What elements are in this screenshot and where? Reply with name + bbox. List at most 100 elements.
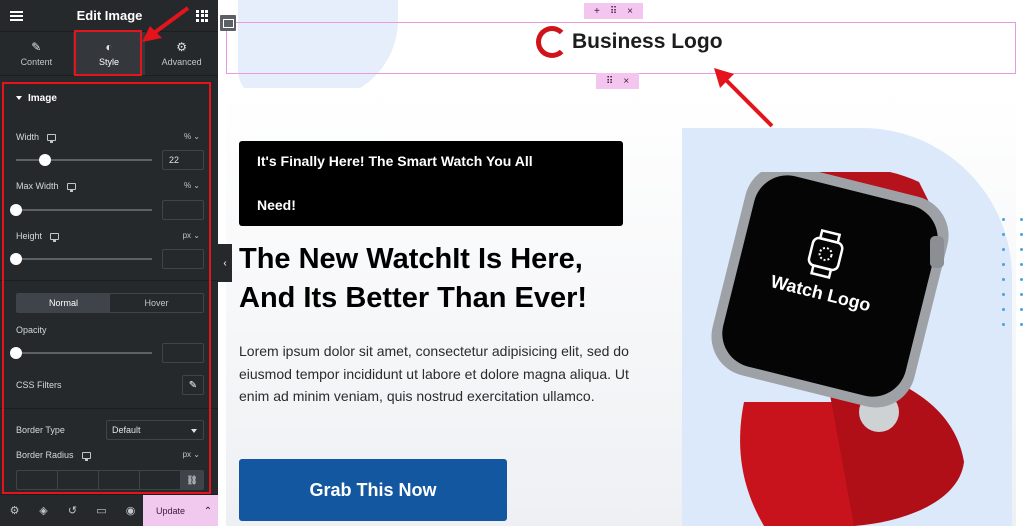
caret-down-icon xyxy=(16,96,22,100)
chevron-down-icon xyxy=(191,429,197,433)
announcement-badge: It's Finally Here! The Smart Watch You A… xyxy=(239,141,623,226)
tab-content-label: Content xyxy=(20,56,53,67)
height-slider[interactable] xyxy=(16,258,152,260)
height-label: Height xyxy=(16,231,43,241)
opacity-slider[interactable] xyxy=(16,352,152,354)
pencil-icon: ✎ xyxy=(31,39,42,54)
border-type-select[interactable]: Default xyxy=(106,420,204,440)
smartwatch-image[interactable]: Watch Logo xyxy=(704,172,984,526)
max-width-unit: % xyxy=(183,181,192,190)
tab-content[interactable]: ✎ Content xyxy=(0,32,73,75)
width-unit-select[interactable]: % ⌄ xyxy=(184,132,200,141)
border-type-value: Default xyxy=(112,425,141,435)
border-radius-control: Border Radius px ⌄ xyxy=(16,450,204,464)
width-control: Width % ⌄ 22 xyxy=(16,132,204,172)
section-handle-top[interactable]: + ⠿ × xyxy=(584,3,644,19)
border-type-control: Border Type Default xyxy=(16,420,204,440)
dot-pattern xyxy=(1002,218,1024,326)
responsive-icon[interactable]: ▭ xyxy=(87,504,116,517)
sidebar-footer: ⚙ ◈ ↺ ▭ ◉ Update ⌃ xyxy=(0,494,218,526)
annotation-arrow-style xyxy=(142,6,190,42)
update-button[interactable]: Update xyxy=(143,495,198,526)
width-input[interactable]: 22 xyxy=(162,150,204,170)
tab-advanced-label: Advanced xyxy=(161,56,202,67)
section-image-toggle[interactable]: Image xyxy=(0,80,218,116)
border-radius-label: Border Radius xyxy=(16,450,74,460)
logo-text: Business Logo xyxy=(572,30,723,53)
style-panel: Image Width % ⌄ 22 Max Width % ⌄ Height … xyxy=(0,80,218,494)
chevron-up-icon[interactable]: ⌃ xyxy=(198,495,218,526)
opacity-control: Opacity xyxy=(10,325,204,365)
settings-icon[interactable]: ⚙ xyxy=(0,504,29,517)
max-width-unit-select[interactable]: % ⌄ xyxy=(184,181,200,190)
desktop-icon[interactable] xyxy=(47,133,57,143)
radius-right-input[interactable] xyxy=(58,471,99,489)
height-slider-handle[interactable] xyxy=(10,253,22,265)
history-icon[interactable]: ↺ xyxy=(58,504,87,517)
opacity-slider-handle[interactable] xyxy=(10,347,22,359)
badge-line-2: Need! xyxy=(257,197,296,213)
max-width-input[interactable] xyxy=(162,200,204,220)
layers-icon[interactable]: ◈ xyxy=(29,504,58,517)
close-icon[interactable]: × xyxy=(627,6,633,17)
menu-icon[interactable] xyxy=(10,10,23,21)
widgets-grid-icon[interactable] xyxy=(196,9,208,22)
tab-hover[interactable]: Hover xyxy=(110,294,203,312)
divider xyxy=(0,408,218,409)
max-width-label-row: Max Width xyxy=(16,181,204,192)
editor-sidebar: Edit Image ✎ Content ◐ Style ⚙ Advanced … xyxy=(0,0,218,526)
border-radius-unit-select[interactable]: px ⌄ xyxy=(183,450,200,459)
drag-icon[interactable]: ⠿ xyxy=(610,6,617,17)
tab-style-label: Style xyxy=(99,56,120,67)
desktop-icon[interactable] xyxy=(50,232,60,242)
radius-left-input[interactable] xyxy=(140,471,181,489)
border-radius-label-row: Border Radius xyxy=(16,450,204,461)
width-slider-handle[interactable] xyxy=(39,154,51,166)
headline-line-2: And Its Better Than Ever! xyxy=(239,282,588,314)
max-width-label: Max Width xyxy=(16,181,59,191)
opacity-label: Opacity xyxy=(16,325,47,335)
watch-crown xyxy=(930,236,944,268)
radius-top-input[interactable] xyxy=(17,471,58,489)
opacity-input[interactable] xyxy=(162,343,204,363)
badge-line-1: It's Finally Here! The Smart Watch You A… xyxy=(257,153,533,169)
divider xyxy=(0,280,218,281)
height-unit: px xyxy=(182,231,192,240)
css-filters-control: CSS Filters ✎ xyxy=(16,375,204,395)
annotation-arrow-logo xyxy=(714,68,774,128)
height-control: Height px ⌄ xyxy=(10,231,204,271)
logo-ring-icon xyxy=(536,26,568,58)
state-toggle: Normal Hover xyxy=(16,293,204,313)
radius-bottom-input[interactable] xyxy=(99,471,140,489)
desktop-icon[interactable] xyxy=(66,182,76,192)
headline-line-1: The New WatchIt Is Here, xyxy=(239,243,583,275)
preview-eye-icon[interactable]: ◉ xyxy=(116,504,145,517)
max-width-slider[interactable] xyxy=(16,209,152,211)
close-icon[interactable]: × xyxy=(623,76,629,87)
desktop-icon[interactable] xyxy=(81,451,91,461)
height-unit-select[interactable]: px ⌄ xyxy=(183,231,200,240)
contrast-icon: ◐ xyxy=(105,39,113,54)
link-icon[interactable]: ⛓ xyxy=(181,471,203,489)
width-slider[interactable] xyxy=(16,159,152,161)
add-icon[interactable]: + xyxy=(594,6,600,17)
width-label-row: Width xyxy=(16,132,204,143)
tab-normal[interactable]: Normal xyxy=(17,294,110,312)
height-label-row: Height xyxy=(16,231,204,242)
section-title: Image xyxy=(28,92,57,104)
collapse-panel-button[interactable]: ‹ xyxy=(218,244,232,282)
grab-this-now-button[interactable]: Grab This Now xyxy=(239,459,507,521)
css-filters-edit-button[interactable]: ✎ xyxy=(182,375,204,395)
width-unit: % xyxy=(183,132,192,141)
max-width-control: Max Width % ⌄ xyxy=(10,181,204,221)
business-logo[interactable]: Business Logo xyxy=(536,26,723,58)
border-radius-inputs: ⛓ xyxy=(16,470,204,490)
height-input[interactable] xyxy=(162,249,204,269)
hero-paragraph: Lorem ipsum dolor sit amet, consectetur … xyxy=(239,343,629,404)
column-edit-icon[interactable] xyxy=(220,15,236,31)
border-radius-unit: px xyxy=(182,450,192,459)
drag-icon[interactable]: ⠿ xyxy=(606,76,613,87)
max-width-slider-handle[interactable] xyxy=(10,204,22,216)
width-label: Width xyxy=(16,132,40,142)
section-handle-hero[interactable]: ⠿ × xyxy=(596,73,640,89)
